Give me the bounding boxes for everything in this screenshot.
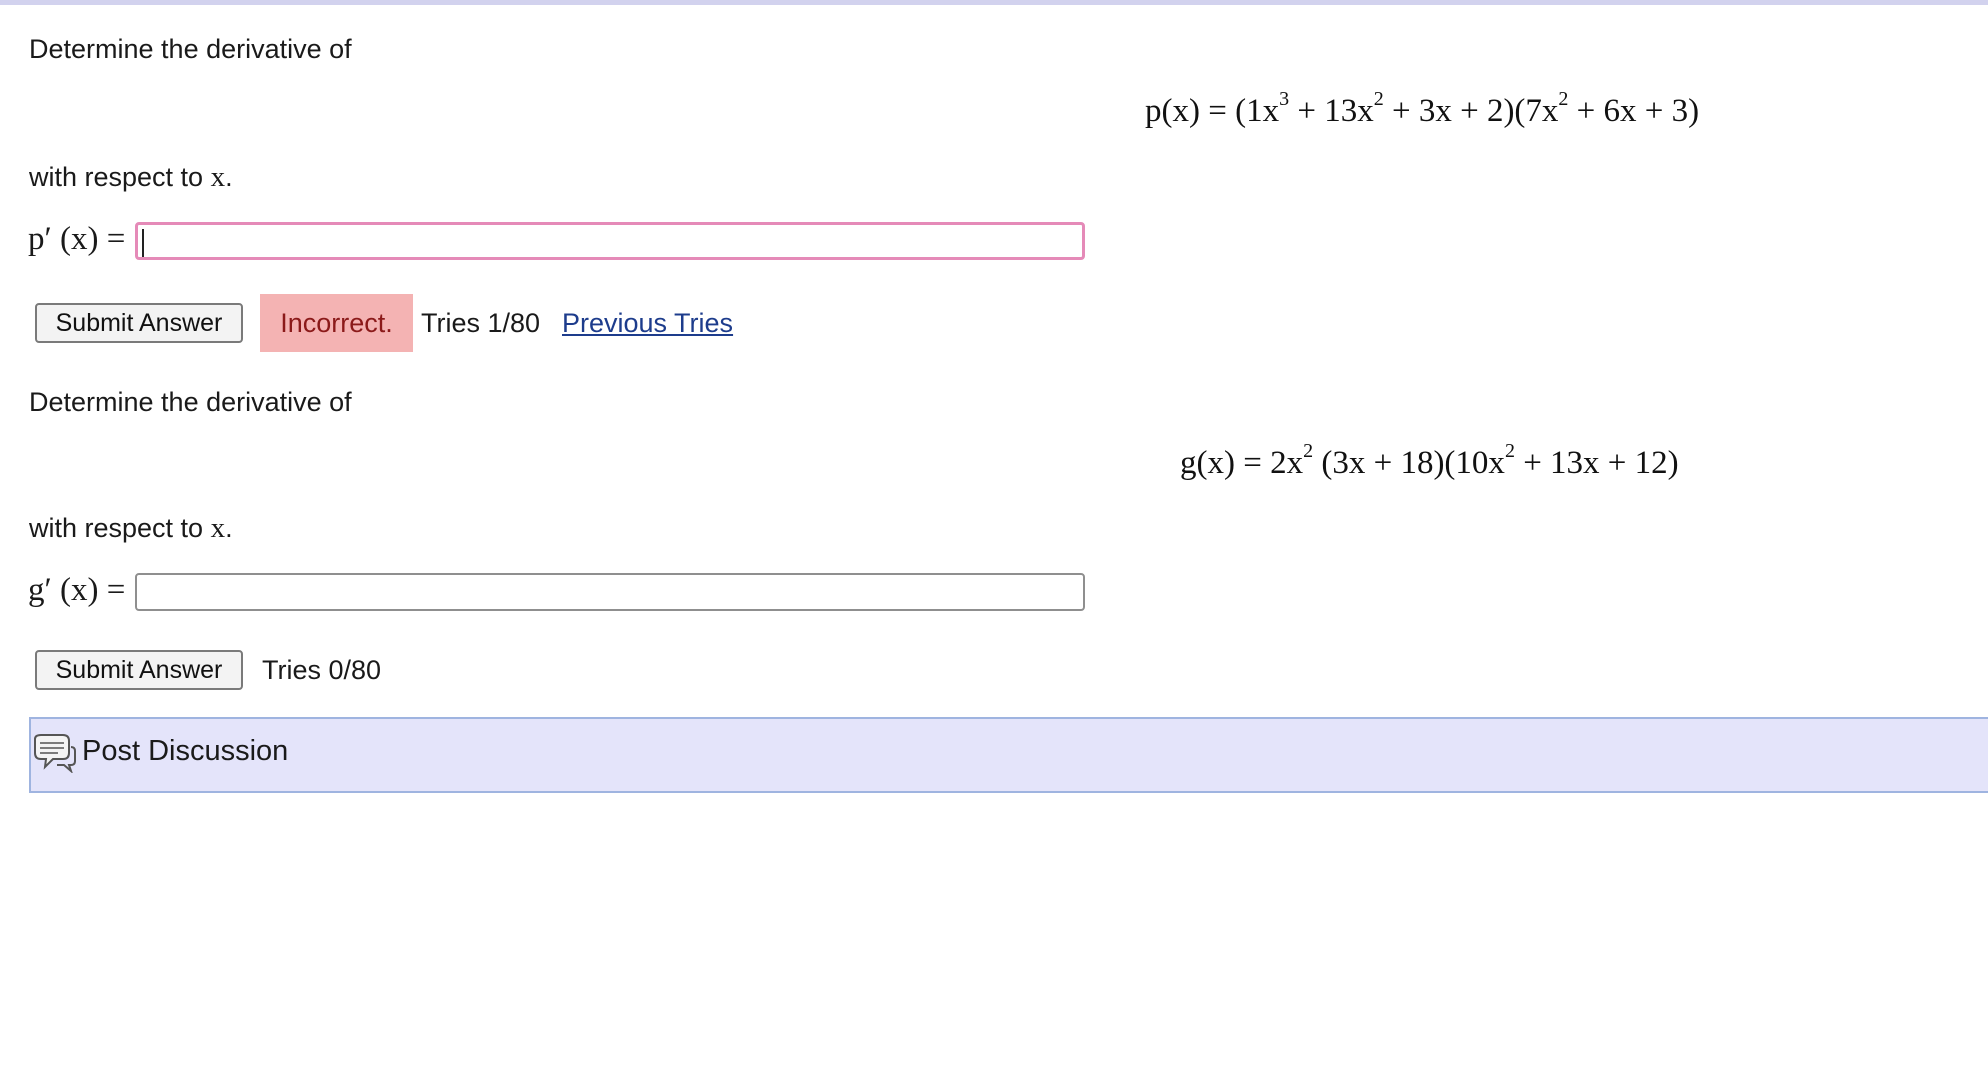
formula-exponent: 2 [1373, 88, 1384, 110]
problem-2-prompt: Determine the derivative of [29, 387, 352, 417]
speech-bubble-icon [34, 734, 76, 773]
problem-2-answer-label: g′ (x) = [28, 572, 126, 608]
incorrect-status-badge: Incorrect. [260, 294, 413, 352]
formula-exponent: 2 [1504, 440, 1515, 462]
problem-1-prompt: Determine the derivative of [29, 34, 352, 64]
formula-text: p(x) = (1x [1145, 93, 1280, 129]
post-discussion-bar[interactable]: Post Discussion [29, 717, 1988, 793]
formula-exponent: 2 [1303, 440, 1314, 462]
formula-text: + 13x + 12) [1514, 445, 1679, 481]
problem-1-respect-text: with respect to x. [29, 161, 233, 194]
problem-2-respect-text: with respect to x. [29, 512, 233, 545]
formula-text: (3x + 18)(10x [1313, 445, 1505, 481]
problem-1-answer-label: p′ (x) = [28, 221, 126, 257]
problem-1-tries: Tries 1/80 [421, 308, 541, 338]
respect-prefix: with respect to [29, 162, 211, 192]
text-caret [142, 229, 144, 257]
previous-tries-link[interactable]: Previous Tries [562, 308, 733, 339]
formula-text: g(x) = 2x [1180, 445, 1304, 481]
problem-1-formula: p(x) = (1x3 + 13x2 + 3x + 2)(7x2 + 6x + … [1145, 89, 1700, 130]
variable: x [210, 512, 226, 544]
top-divider [0, 0, 1988, 5]
variable: x [210, 161, 226, 193]
problem-2-submit-button[interactable]: Submit Answer [35, 650, 243, 690]
respect-suffix: . [225, 162, 233, 192]
formula-text: + 3x + 2)(7x [1383, 93, 1559, 129]
problem-1-answer-input[interactable] [135, 222, 1085, 260]
respect-suffix: . [225, 513, 233, 543]
problem-2-answer-input[interactable] [135, 573, 1085, 611]
formula-text: + 13x [1289, 93, 1374, 129]
formula-exponent: 2 [1558, 88, 1569, 110]
problem-2-formula: g(x) = 2x2 (3x + 18)(10x2 + 13x + 12) [1180, 441, 1679, 482]
problem-2-tries: Tries 0/80 [262, 655, 382, 685]
problem-1-submit-button[interactable]: Submit Answer [35, 303, 243, 343]
respect-prefix: with respect to [29, 513, 211, 543]
formula-text: + 6x + 3) [1568, 93, 1700, 129]
post-discussion-label: Post Discussion [82, 735, 289, 767]
formula-exponent: 3 [1279, 88, 1290, 110]
